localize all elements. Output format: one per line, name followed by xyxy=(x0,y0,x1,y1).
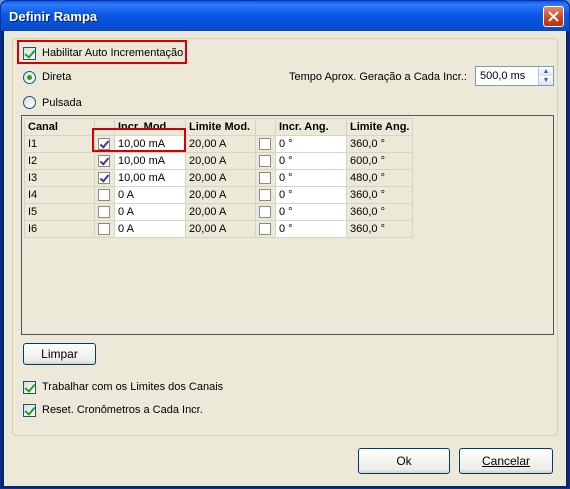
limite-ang-cell: 600,0 ° xyxy=(345,152,414,170)
ang-check-cell[interactable] xyxy=(255,220,276,238)
mod-check-cell[interactable] xyxy=(94,203,115,221)
col-canal: Canal xyxy=(24,118,95,136)
table-row[interactable]: I6 0 A 20,00 A 0 ° 360,0 ° xyxy=(24,220,414,238)
limite-mod-cell: 20,00 A xyxy=(185,169,256,187)
direta-radio[interactable] xyxy=(23,71,36,84)
limite-ang-cell: 360,0 ° xyxy=(345,186,414,204)
ang-checkbox[interactable] xyxy=(259,155,271,168)
table-row[interactable]: I4 0 A 20,00 A 0 ° 360,0 ° xyxy=(24,186,414,204)
channels-table: Canal Incr. Mod. Limite Mod. Incr. Ang. … xyxy=(24,118,414,238)
chevron-down-icon: ▼ xyxy=(542,77,550,84)
incr-ang-cell[interactable]: 0 ° xyxy=(275,186,347,204)
canal-cell: I5 xyxy=(24,203,95,221)
canal-cell: I6 xyxy=(24,220,95,238)
col-ang-check xyxy=(255,118,276,136)
ang-check-cell[interactable] xyxy=(255,152,276,170)
mod-check-cell[interactable] xyxy=(94,186,115,204)
incr-ang-cell[interactable]: 0 ° xyxy=(275,203,347,221)
ang-check-cell[interactable] xyxy=(255,203,276,221)
close-icon xyxy=(548,11,559,22)
ang-checkbox[interactable] xyxy=(259,172,271,185)
trabalhar-label[interactable]: Trabalhar com os Limites dos Canais xyxy=(42,381,223,393)
ang-checkbox[interactable] xyxy=(259,223,271,236)
limpar-button[interactable]: Limpar xyxy=(23,343,96,365)
incr-mod-cell[interactable]: 10,00 mA xyxy=(114,152,186,170)
options-group: Habilitar Auto Incrementação Direta Puls… xyxy=(12,38,558,436)
highlight-habilitar xyxy=(17,40,187,64)
incr-mod-cell[interactable]: 0 A xyxy=(114,203,186,221)
limite-mod-cell: 20,00 A xyxy=(185,186,256,204)
incr-mod-cell[interactable]: 10,00 mA xyxy=(114,169,186,187)
ang-checkbox[interactable] xyxy=(259,206,271,219)
table-row[interactable]: I3 10,00 mA 20,00 A 0 ° 480,0 ° xyxy=(24,169,414,187)
col-incr-ang: Incr. Ang. xyxy=(275,118,347,136)
incr-ang-cell[interactable]: 0 ° xyxy=(275,152,347,170)
table-row[interactable]: I5 0 A 20,00 A 0 ° 360,0 ° xyxy=(24,203,414,221)
pulsada-radio[interactable] xyxy=(23,96,36,109)
limite-mod-cell: 20,00 A xyxy=(185,203,256,221)
limite-ang-cell: 360,0 ° xyxy=(345,220,414,238)
table-row[interactable]: I2 10,00 mA 20,00 A 0 ° 600,0 ° xyxy=(24,152,414,170)
ang-check-cell[interactable] xyxy=(255,186,276,204)
incr-mod-cell[interactable]: 0 A xyxy=(114,186,186,204)
reset-label[interactable]: Reset. Cronômetros a Cada Incr. xyxy=(42,404,203,416)
limite-ang-cell: 360,0 ° xyxy=(345,135,414,153)
dialog-body: Habilitar Auto Incrementação Direta Puls… xyxy=(4,31,566,486)
ang-checkbox[interactable] xyxy=(259,138,271,151)
limite-mod-cell: 20,00 A xyxy=(185,152,256,170)
mod-checkbox[interactable] xyxy=(98,206,110,219)
close-button[interactable] xyxy=(543,6,564,27)
pulsada-label[interactable]: Pulsada xyxy=(42,97,82,109)
canal-cell: I1 xyxy=(24,135,95,153)
chevron-up-icon: ▲ xyxy=(542,68,550,75)
mod-check-cell[interactable] xyxy=(94,169,115,187)
highlight-i1-incr xyxy=(92,128,186,152)
mod-checkbox[interactable] xyxy=(98,223,110,236)
reset-checkbox[interactable] xyxy=(23,404,36,417)
limite-ang-cell: 360,0 ° xyxy=(345,203,414,221)
ang-checkbox[interactable] xyxy=(259,189,271,202)
limite-mod-cell: 20,00 A xyxy=(185,135,256,153)
col-limite-mod: Limite Mod. xyxy=(185,118,256,136)
canal-cell: I3 xyxy=(24,169,95,187)
title-bar[interactable]: Definir Rampa xyxy=(1,1,569,31)
cancelar-label: Cancelar xyxy=(481,454,531,468)
direta-label[interactable]: Direta xyxy=(42,71,71,83)
canal-cell: I2 xyxy=(24,152,95,170)
cancelar-button[interactable]: Cancelar xyxy=(459,448,553,474)
ok-label: Ok xyxy=(396,454,412,468)
mod-check-cell[interactable] xyxy=(94,220,115,238)
table-row[interactable]: I1 10,00 mA 20,00 A0 ° 360,0 ° xyxy=(24,135,414,153)
spin-down-button[interactable]: ▼ xyxy=(538,76,553,85)
channels-grid: Canal Incr. Mod. Limite Mod. Incr. Ang. … xyxy=(21,115,554,335)
tempo-spinbox[interactable]: 500,0 ms ▲ ▼ xyxy=(475,66,554,86)
mod-checkbox[interactable] xyxy=(98,155,110,168)
col-limite-ang: Limite Ang. xyxy=(345,118,414,136)
mod-checkbox[interactable] xyxy=(98,189,110,202)
incr-mod-cell[interactable]: 0 A xyxy=(114,220,186,238)
ok-button[interactable]: Ok xyxy=(358,448,450,474)
tempo-value[interactable]: 500,0 ms xyxy=(480,70,525,82)
limite-mod-cell: 20,00 A xyxy=(185,220,256,238)
trabalhar-checkbox[interactable] xyxy=(23,381,36,394)
mod-check-cell[interactable] xyxy=(94,152,115,170)
incr-ang-cell[interactable]: 0 ° xyxy=(275,135,347,153)
ang-check-cell[interactable] xyxy=(255,169,276,187)
tempo-label: Tempo Aprox. Geração a Cada Incr.: xyxy=(289,71,467,83)
ang-check-cell[interactable] xyxy=(255,135,276,153)
mod-checkbox[interactable] xyxy=(98,172,110,185)
spin-up-button[interactable]: ▲ xyxy=(538,67,553,76)
window-title: Definir Rampa xyxy=(9,9,98,24)
canal-cell: I4 xyxy=(24,186,95,204)
limite-ang-cell: 480,0 ° xyxy=(345,169,414,187)
incr-ang-cell[interactable]: 0 ° xyxy=(275,220,347,238)
incr-ang-cell[interactable]: 0 ° xyxy=(275,169,347,187)
dialog-window: Definir Rampa Habilitar Auto Incrementaç… xyxy=(0,0,570,489)
grid-header-row: Canal Incr. Mod. Limite Mod. Incr. Ang. … xyxy=(24,118,414,136)
